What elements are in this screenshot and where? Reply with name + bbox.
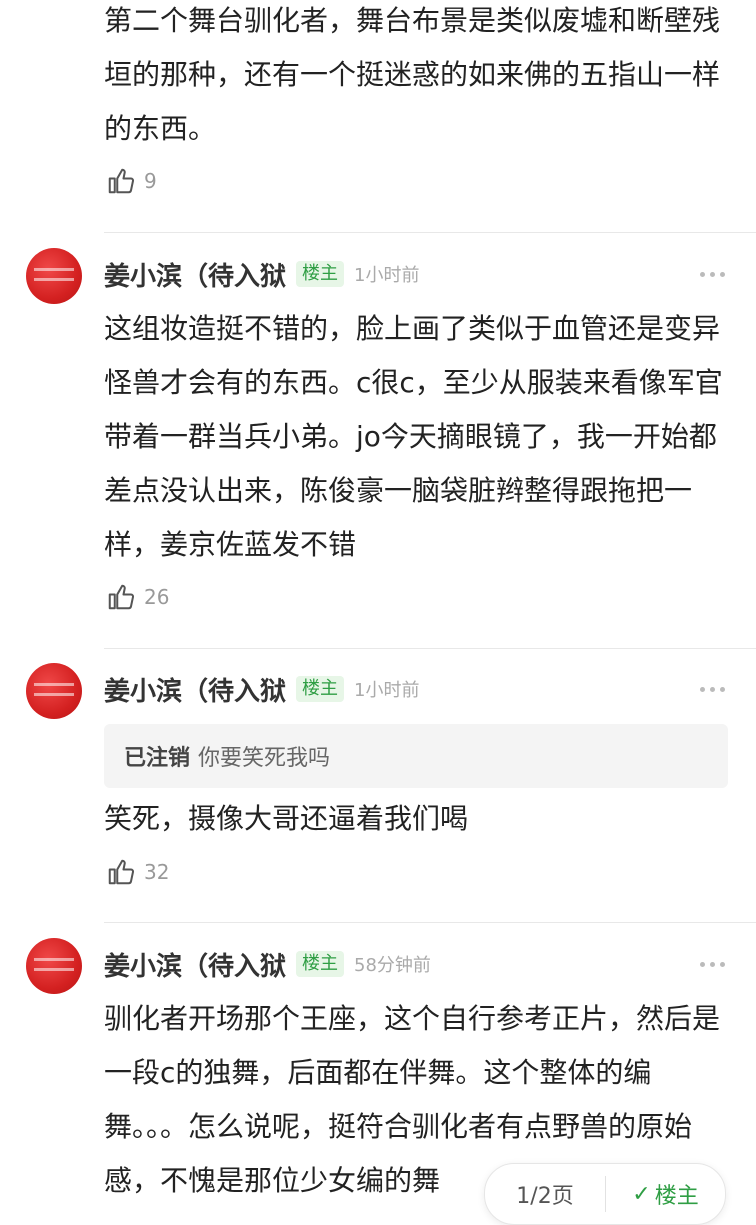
- only-op-filter-button[interactable]: ✓ 楼主: [606, 1178, 725, 1210]
- divider: [104, 232, 756, 233]
- reply-text: 笑死，摄像大哥还逼着我们喝: [104, 802, 469, 835]
- reply-header: 姜小滨（待入狱 楼主 58分钟前: [104, 944, 728, 984]
- top-comment-text: 第二个舞台驯化者，舞台布景是类似废墟和断壁残垣的那种，还有一个挺迷惑的如来佛的五…: [104, 4, 721, 145]
- avatar[interactable]: [26, 663, 82, 719]
- top-comment-like-button[interactable]: 9: [106, 164, 157, 198]
- reply-header: 姜小滨（待入狱 楼主 1小时前: [104, 669, 728, 709]
- like-count: 32: [144, 860, 170, 884]
- more-dots-icon[interactable]: [698, 679, 728, 699]
- author-name[interactable]: 姜小滨（待入狱: [104, 256, 286, 293]
- thumbs-up-icon: [108, 859, 135, 885]
- post-time: 58分钟前: [354, 955, 431, 976]
- avatar[interactable]: [26, 248, 82, 304]
- thumbs-up-icon: [108, 584, 135, 610]
- quote-username: 已注销: [124, 746, 191, 771]
- floating-pager: 1/2页 ✓ 楼主: [484, 1163, 726, 1225]
- author-name[interactable]: 姜小滨（待入狱: [104, 946, 286, 983]
- quoted-reply[interactable]: 已注销 你要笑死我吗: [104, 724, 728, 788]
- only-op-label: 楼主: [654, 1184, 699, 1209]
- like-count: 9: [144, 169, 157, 193]
- page-indicator-button[interactable]: 1/2页: [485, 1178, 605, 1210]
- quote-text: 你要笑死我吗: [198, 746, 331, 771]
- reply-header: 姜小滨（待入狱 楼主 1小时前: [104, 254, 728, 294]
- like-count: 26: [144, 585, 170, 609]
- reply-text: 这组妆造挺不错的，脸上画了类似于血管还是变异怪兽才会有的东西。c很c，至少从服装…: [104, 312, 723, 561]
- author-name[interactable]: 姜小滨（待入狱: [104, 671, 286, 708]
- more-dots-icon[interactable]: [698, 264, 728, 284]
- check-icon: ✓: [632, 1181, 651, 1207]
- divider: [104, 922, 756, 923]
- op-badge: 楼主: [296, 676, 345, 702]
- post-time: 1小时前: [354, 265, 420, 286]
- op-badge: 楼主: [296, 951, 345, 977]
- post-time: 1小时前: [354, 680, 420, 701]
- divider: [104, 648, 756, 649]
- op-badge: 楼主: [296, 261, 345, 287]
- reply-like-button[interactable]: 26: [106, 580, 169, 614]
- more-dots-icon[interactable]: [698, 954, 728, 974]
- avatar[interactable]: [26, 938, 82, 994]
- thumbs-up-icon: [108, 168, 135, 194]
- reply-like-button[interactable]: 32: [106, 855, 169, 889]
